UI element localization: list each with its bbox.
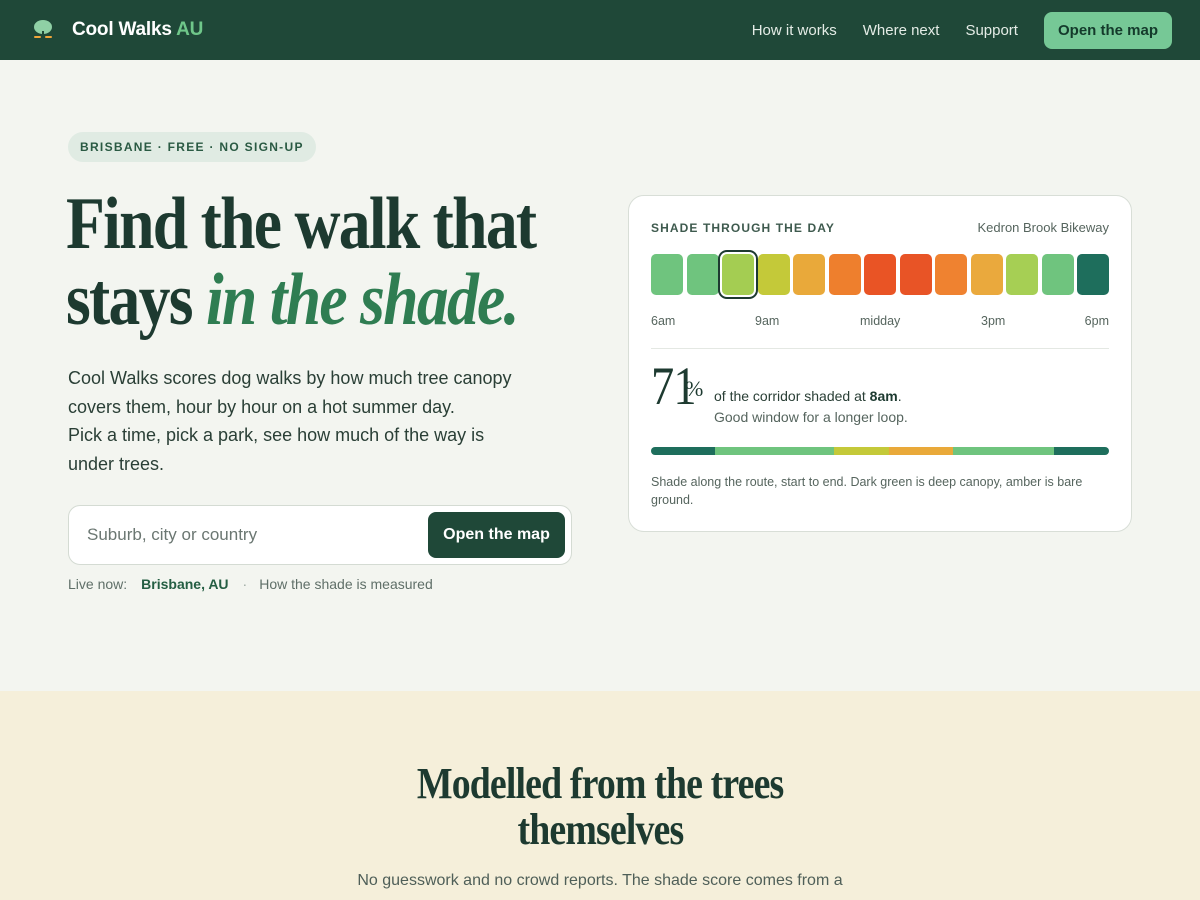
- live-status: Live now: Brisbane, AU · How the shade i…: [68, 576, 433, 592]
- tick-label: 9am: [755, 314, 780, 328]
- route-segment: [953, 447, 1055, 455]
- hour-swatch[interactable]: [722, 254, 754, 295]
- route-segment: [1054, 447, 1109, 455]
- method-body: No guesswork and no crowd reports. The s…: [357, 872, 843, 889]
- route-segment: [651, 447, 716, 455]
- location-search: Open the map: [68, 505, 572, 565]
- brand-suffix: AU: [176, 19, 204, 40]
- hour-swatch[interactable]: [1077, 254, 1109, 295]
- route-shade-bar: [651, 447, 1109, 455]
- how-shade-measured-link[interactable]: How the shade is measured: [259, 576, 433, 592]
- hero-headline: Find the walk that stays in the shade.: [66, 186, 537, 341]
- hour-swatch[interactable]: [899, 254, 932, 295]
- tick-label: 3pm: [981, 314, 1006, 328]
- hour-swatch[interactable]: [1006, 254, 1038, 295]
- card-label: SHADE THROUGH THE DAY: [651, 221, 836, 235]
- brand[interactable]: Cool Walks AU: [32, 0, 203, 60]
- location-search-input[interactable]: [87, 520, 417, 550]
- stat-end: .: [897, 388, 902, 404]
- hour-swatch[interactable]: [757, 254, 790, 295]
- method-section: Modelled from the trees themselves No gu…: [0, 691, 1200, 900]
- headline-line-2-plain: stays: [66, 259, 206, 341]
- shade-stat-sub: Good window for a longer loop.: [714, 409, 908, 425]
- lead-line: covers them, hour by hour on a hot summe…: [68, 396, 455, 417]
- tick-label: 6pm: [1084, 314, 1109, 328]
- tree-logo-icon: [34, 20, 52, 38]
- tick-label: midday: [860, 314, 901, 328]
- tick-label: 6am: [651, 314, 676, 328]
- card-note: Shade along the route, start to end. Dar…: [651, 475, 1083, 507]
- headline-line-2-emphasis: in the shade.: [205, 259, 520, 341]
- hour-swatch[interactable]: [793, 254, 825, 295]
- shade-card: SHADE THROUGH THE DAY Kedron Brook Bikew…: [628, 195, 1132, 532]
- route-segment: [889, 447, 954, 455]
- shade-stat: of the corridor shaded at 8am.: [714, 388, 902, 404]
- hour-swatch[interactable]: [1041, 254, 1074, 295]
- lead-line: Cool Walks scores dog walks by how much …: [68, 368, 512, 388]
- lead-line: under trees.: [68, 453, 165, 474]
- time-ticks: 6am 9am midday 3pm 6pm: [651, 314, 1109, 330]
- route-segment: [834, 447, 890, 455]
- hour-swatch[interactable]: [970, 254, 1003, 295]
- title-line: Modelled from the trees: [416, 759, 784, 808]
- card-route-name: Kedron Brook Bikeway: [977, 220, 1109, 235]
- divider: [651, 348, 1109, 349]
- location-pill: BRISBANE · FREE · NO SIGN-UP: [68, 132, 316, 162]
- title-line: themselves: [517, 805, 684, 854]
- open-map-button[interactable]: Open the map: [428, 512, 565, 558]
- live-label: Live now:: [68, 576, 128, 592]
- hour-swatch[interactable]: [686, 254, 719, 295]
- top-nav: Cool Walks AU How it works Where next Su…: [0, 0, 1200, 60]
- shade-percentage-unit: %: [685, 376, 704, 401]
- stat-text: of the corridor shaded at: [714, 388, 870, 404]
- nav-links: How it works Where next Support Open the…: [752, 0, 1172, 60]
- nav-where-next[interactable]: Where next: [863, 22, 940, 39]
- nav-how-it-works[interactable]: How it works: [752, 22, 837, 39]
- hour-swatch[interactable]: [864, 254, 896, 295]
- hour-swatch[interactable]: [828, 254, 861, 295]
- hour-swatches: [651, 254, 1109, 295]
- method-title: Modelled from the trees themselves: [0, 761, 1200, 853]
- headline-line-1: Find the walk that: [66, 183, 537, 265]
- separator: ·: [242, 576, 248, 592]
- live-city-link[interactable]: Brisbane, AU: [141, 576, 228, 592]
- nav-open-map-button[interactable]: Open the map: [1043, 11, 1172, 49]
- route-segment: [715, 447, 835, 455]
- brand-name: Cool Walks AU: [72, 19, 204, 40]
- hero-lead: Cool Walks scores dog walks by how much …: [68, 364, 528, 478]
- hour-swatch[interactable]: [935, 254, 967, 295]
- stat-time: 8am: [869, 388, 898, 404]
- lead-line: Pick a time, pick a park, see how much o…: [68, 425, 485, 445]
- hour-swatch[interactable]: [651, 254, 683, 295]
- nav-support[interactable]: Support: [965, 22, 1018, 39]
